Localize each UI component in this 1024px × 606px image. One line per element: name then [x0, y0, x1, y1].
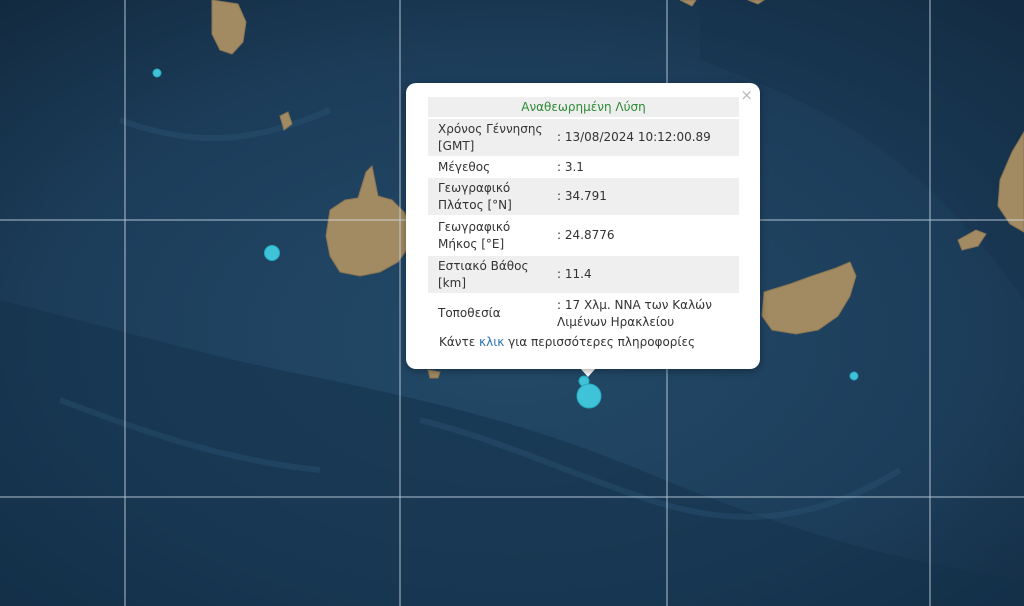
field-value: : 34.791 — [557, 189, 607, 203]
footer-text-pre: Κάντε — [439, 335, 480, 349]
field-value: : 11.4 — [557, 267, 592, 281]
close-icon[interactable]: × — [740, 86, 753, 104]
more-info-link[interactable]: κλικ — [479, 335, 504, 349]
field-row-location: Τοποθεσία : 17 Χλμ. ΝΝΑ των Καλών Λιμένω… — [428, 295, 739, 332]
field-label: Γεωγραφικό Μήκος [°E] — [438, 220, 511, 251]
earthquake-marker-icon[interactable] — [576, 383, 602, 409]
popup-title: Αναθεωρημένη Λύση — [428, 97, 739, 117]
field-label: Χρόνος Γέννησης [GMT] — [438, 122, 543, 153]
field-label: Τοποθεσία — [438, 306, 501, 320]
earthquake-info-popup: × Αναθεωρημένη Λύση Χρόνος Γέννησης [GMT… — [406, 83, 760, 369]
field-row-origin-time: Χρόνος Γέννησης [GMT] : 13/08/2024 10:12… — [428, 119, 739, 156]
field-row-longitude: Γεωγραφικό Μήκος [°E] : 24.8776 — [428, 217, 739, 254]
field-row-magnitude: Μέγεθος : 3.1 — [428, 158, 739, 176]
field-value: : 17 Χλμ. ΝΝΑ των Καλών Λιμένων Ηρακλείο… — [557, 298, 712, 329]
field-value: : 24.8776 — [557, 228, 615, 242]
earthquake-marker-icon[interactable] — [264, 245, 280, 261]
field-row-depth: Εστιακό Βάθος [km] : 11.4 — [428, 256, 739, 293]
earthquake-marker-icon[interactable] — [152, 68, 162, 78]
popup-footer: Κάντε κλικ για περισσότερες πληροφορίες — [439, 335, 695, 349]
field-label: Γεωγραφικό Πλάτος [°N] — [438, 181, 512, 212]
earthquake-marker-icon[interactable] — [849, 371, 859, 381]
field-row-latitude: Γεωγραφικό Πλάτος [°N] : 34.791 — [428, 178, 739, 215]
field-label: Μέγεθος — [438, 160, 491, 174]
footer-text-post: για περισσότερες πληροφορίες — [504, 335, 695, 349]
field-label: Εστιακό Βάθος [km] — [438, 259, 529, 290]
islet-south — [427, 369, 441, 379]
field-value: : 3.1 — [557, 160, 584, 174]
field-value: : 13/08/2024 10:12:00.89 — [557, 130, 711, 144]
popup-tip — [580, 368, 596, 377]
